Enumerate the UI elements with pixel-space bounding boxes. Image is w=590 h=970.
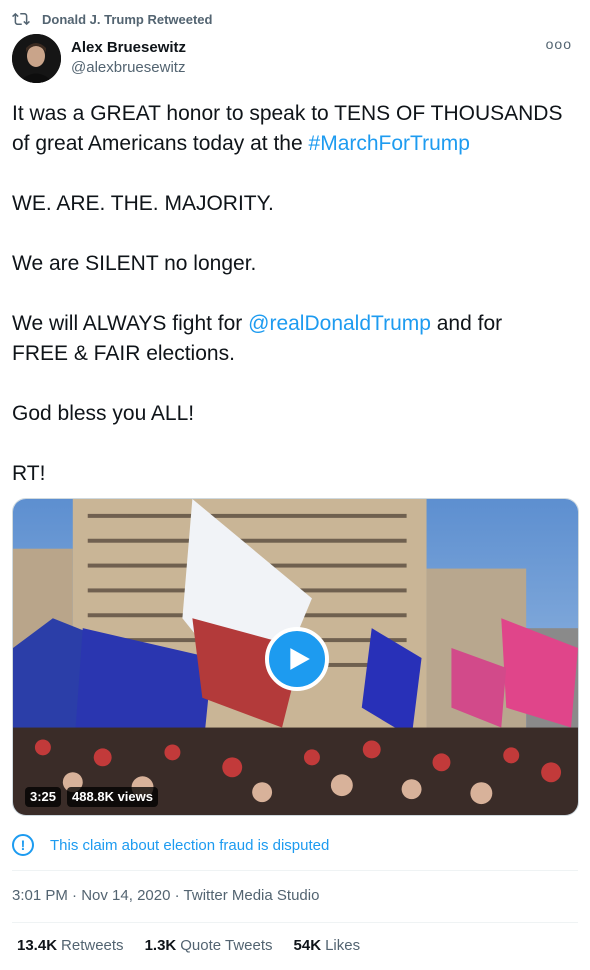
quote-tweets-stat[interactable]: 1.3K Quote Tweets (145, 937, 273, 954)
tweet-text: It was a GREAT honor to speak to TENS OF… (12, 99, 582, 489)
retweet-header[interactable]: Donald J. Trump Retweeted (12, 9, 212, 29)
retweet-icon (12, 12, 30, 26)
author-block[interactable]: Alex Bruesewitz @alexbruesewitz (71, 38, 186, 78)
tweet-line: RT! (12, 462, 46, 485)
video-duration: 3:25 (25, 787, 62, 807)
divider (12, 870, 578, 871)
disputed-claim-notice[interactable]: ! This claim about election fraud is dis… (12, 834, 329, 856)
tweet-line: FREE & FAIR elections. (12, 342, 235, 365)
tweet-metadata: 3:01 PM · Nov 14, 2020 · Twitter Media S… (12, 887, 320, 904)
notice-text[interactable]: This claim about election fraud is dispu… (50, 837, 329, 854)
avatar-image (12, 34, 61, 83)
tweet-line: We are SILENT no longer. (12, 252, 257, 275)
tweet-source[interactable]: Twitter Media Studio (184, 887, 320, 904)
tweet-time[interactable]: 3:01 PM (12, 887, 68, 904)
retweet-header-label: Donald J. Trump Retweeted (42, 11, 213, 27)
video-views: 488.8K views (67, 787, 158, 807)
video-player[interactable]: 3:25 488.8K views (12, 498, 579, 816)
exclamation-icon: ! (12, 834, 34, 856)
author-handle[interactable]: @alexbruesewitz (71, 58, 186, 78)
retweets-stat[interactable]: 13.4K Retweets (17, 937, 124, 954)
engagement-stats: 13.4K Retweets 1.3K Quote Tweets 54K Likes (17, 937, 381, 954)
avatar[interactable] (12, 34, 61, 83)
author-name[interactable]: Alex Bruesewitz (71, 38, 186, 58)
tweet-line: It was a GREAT honor to speak to TENS OF… (12, 102, 563, 125)
tweet-date[interactable]: Nov 14, 2020 (81, 887, 170, 904)
tweet-line: We will ALWAYS fight for @realDonaldTrum… (12, 312, 503, 335)
play-button[interactable] (265, 627, 329, 691)
divider (12, 922, 578, 923)
more-icon[interactable]: ooo (546, 36, 572, 52)
tweet-line: of great Americans today at the #MarchFo… (12, 132, 470, 155)
play-icon (290, 648, 310, 670)
hashtag-link[interactable]: #MarchForTrump (309, 132, 470, 155)
tweet-line: God bless you ALL! (12, 402, 195, 425)
tweet-line: WE. ARE. THE. MAJORITY. (12, 192, 274, 215)
likes-stat[interactable]: 54K Likes (294, 937, 361, 954)
mention-link[interactable]: @realDonaldTrump (248, 312, 431, 335)
video-info: 3:25 488.8K views (25, 787, 158, 807)
